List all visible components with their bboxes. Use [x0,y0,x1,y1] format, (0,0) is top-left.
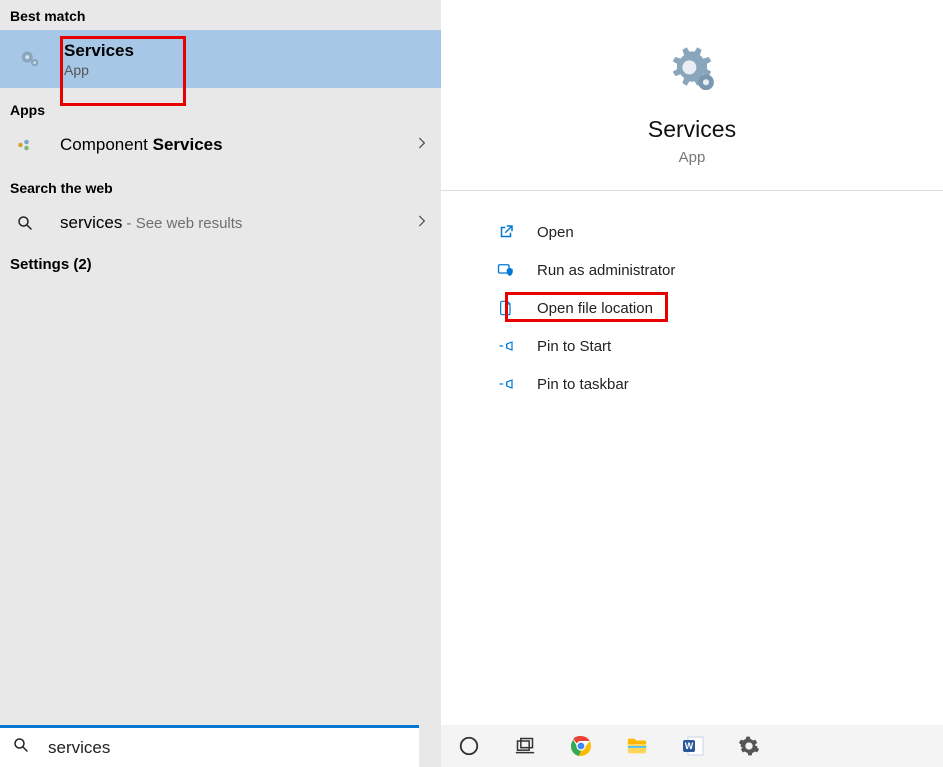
admin-shield-icon [495,260,517,280]
chrome-icon[interactable] [567,732,595,760]
pin-icon [495,374,517,394]
action-label: Open file location [537,300,653,317]
component-services-icon [14,134,36,156]
action-label: Pin to Start [537,338,611,355]
action-open[interactable]: Open [477,213,907,251]
chevron-right-icon [415,214,429,233]
detail-panel: Services App Open Run as administrator [441,0,943,767]
detail-title: Services [648,116,736,143]
search-results-panel: Best match Services App Apps Component S… [0,0,441,767]
cortana-icon[interactable] [455,732,483,760]
best-match-result[interactable]: Services App [0,30,441,88]
action-pin-to-taskbar[interactable]: Pin to taskbar [477,365,907,403]
open-icon [495,222,517,242]
web-result-label: services - See web results [60,213,415,233]
best-match-header: Best match [0,0,441,30]
settings-header[interactable]: Settings (2) [0,244,441,285]
action-run-as-admin[interactable]: Run as administrator [477,251,907,289]
actions-list: Open Run as administrator Open file loca… [441,191,943,425]
apps-result-component-services[interactable]: Component Services [0,124,441,166]
action-pin-to-start[interactable]: Pin to Start [477,327,907,365]
search-web-header: Search the web [0,166,441,202]
file-explorer-icon[interactable] [623,732,651,760]
search-bar[interactable] [0,725,419,767]
action-label: Pin to taskbar [537,376,629,393]
apps-result-label: Component Services [60,135,415,155]
search-icon [14,212,36,234]
detail-subtitle: App [679,149,706,166]
best-match-title: Services [64,40,134,62]
task-view-icon[interactable] [511,732,539,760]
apps-header: Apps [0,88,441,124]
action-label: Open [537,224,574,241]
detail-header: Services App [441,0,943,191]
word-icon[interactable]: W [679,732,707,760]
best-match-subtitle: App [64,62,134,78]
services-gear-icon [662,42,722,98]
taskbar: W [441,725,943,767]
pin-icon [495,336,517,356]
search-input[interactable] [48,738,407,758]
action-label: Run as administrator [537,262,675,279]
action-open-file-location[interactable]: Open file location [477,289,907,327]
svg-text:W: W [685,741,694,751]
chevron-right-icon [415,136,429,155]
services-gear-icon [18,47,42,71]
settings-gear-icon[interactable] [735,732,763,760]
search-icon [12,736,32,759]
web-result-services[interactable]: services - See web results [0,202,441,244]
file-location-icon [495,298,517,318]
